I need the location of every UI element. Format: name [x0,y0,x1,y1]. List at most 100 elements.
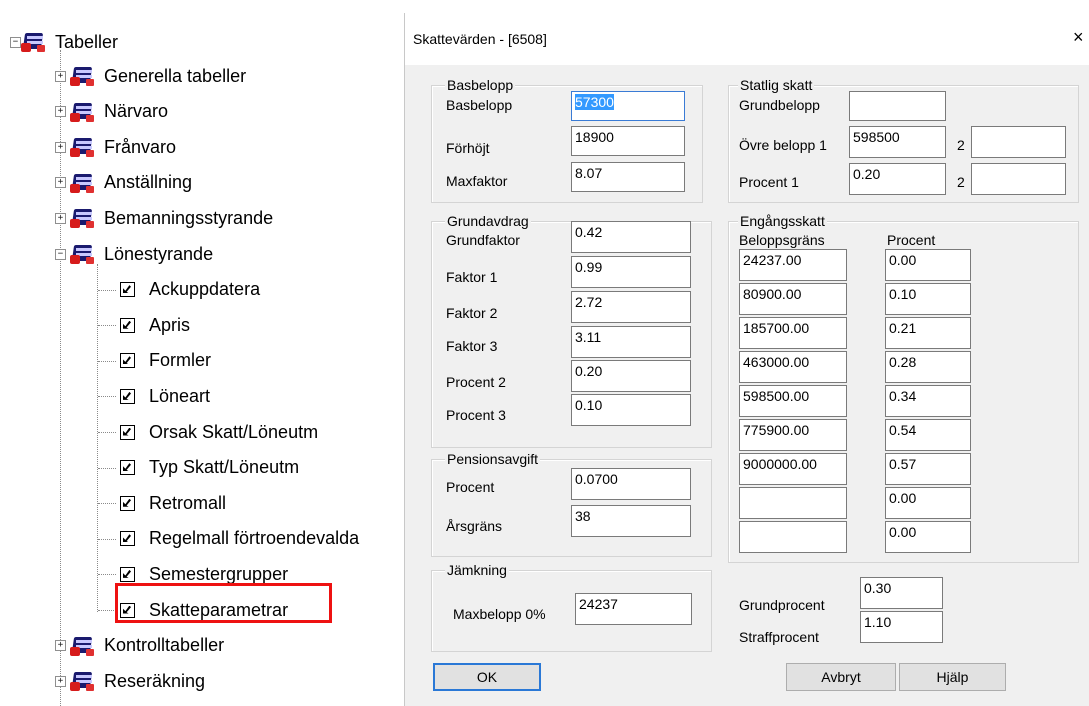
beloppsgrans-field[interactable] [739,487,847,519]
tree-node-item[interactable]: Ackuppdatera [120,275,260,305]
tree-node-group[interactable]: − Lönestyrande [55,239,213,269]
close-icon[interactable]: × [1073,27,1084,48]
ovre-belopp-2-field[interactable] [971,126,1066,158]
shortcut-icon [120,531,135,547]
faktor2-label: Faktor 2 [446,305,498,321]
expand-icon[interactable]: + [55,640,66,652]
maxbelopp-field[interactable]: 24237 [575,593,692,625]
forhojt-field[interactable]: 18900 [571,126,685,156]
grundbelopp-field[interactable] [849,91,946,121]
engangsskatt-caption: Engångsskatt [738,213,827,229]
tree-node-item[interactable]: Regelmall förtroendevalda [120,524,359,554]
procent1-field[interactable]: 0.20 [849,163,946,195]
tree-node-label: Apris [149,314,191,335]
procent1-2-field[interactable] [971,163,1066,195]
engangs-procent-field[interactable]: 0.54 [885,419,971,451]
beloppsgrans-field[interactable]: 775900.00 [739,419,847,451]
faktor1-field[interactable]: 0.99 [571,256,691,288]
engangs-procent-field[interactable]: 0.10 [885,283,971,315]
shortcut-icon [120,282,135,298]
tree-node-item[interactable]: Orsak Skatt/Löneutm [120,417,318,447]
grundbelopp-label: Grundbelopp [739,97,820,113]
engangs-procent-field[interactable]: 0.21 [885,317,971,349]
beloppsgrans-field[interactable]: 185700.00 [739,317,847,349]
tax-values-dialog: Skattevärden - [6508] × Basbelopp Basbel… [404,13,1089,706]
ok-button[interactable]: OK [433,663,541,691]
grundprocent-label: Grundprocent [739,597,825,613]
selection-highlight [115,583,332,623]
procent3-field[interactable]: 0.10 [571,394,691,426]
beloppsgrans-field[interactable]: 24237.00 [739,249,847,281]
faktor3-field[interactable]: 3.11 [571,326,691,358]
engangs-procent-field[interactable]: 0.57 [885,453,971,485]
avbryt-button[interactable]: Avbryt [786,663,896,691]
expand-icon[interactable]: + [55,70,66,82]
beloppsgrans-field[interactable]: 598500.00 [739,385,847,417]
tree-node-item[interactable]: Typ Skatt/Löneutm [120,453,299,483]
procent1-2-label: 2 [957,174,965,190]
procent2-label: Procent 2 [446,374,506,390]
faktor2-field[interactable]: 2.72 [571,291,691,323]
pension-procent-field[interactable]: 0.0700 [571,468,691,500]
collapse-icon[interactable]: − [10,36,21,48]
beloppsgrans-header: Beloppsgräns [739,232,825,248]
tree-node-label: Typ Skatt/Löneutm [149,457,300,478]
beloppsgrans-field[interactable]: 463000.00 [739,351,847,383]
tree-node-item[interactable]: Löneart [120,381,210,411]
tree-node-group[interactable]: + Frånvaro [55,132,176,162]
basbelopp-label: Basbelopp [446,97,513,113]
maxfaktor-label: Maxfaktor [446,173,508,189]
basbelopp-field[interactable]: 57300 [571,91,685,121]
expand-icon[interactable]: + [55,212,66,224]
faktor3-label: Faktor 3 [446,338,498,354]
engangs-procent-field[interactable]: 0.00 [885,487,971,519]
maxfaktor-field[interactable]: 8.07 [571,162,685,192]
arsgrans-field[interactable]: 38 [571,505,691,537]
table-folder-icon [21,31,49,53]
tree-node-group[interactable]: + Kontrolltabeller [55,631,224,661]
tree-node-group[interactable]: + Anställning [55,168,192,198]
tree-node-label: Anställning [104,172,193,193]
faktor1-label: Faktor 1 [446,269,498,285]
statlig-skatt-caption: Statlig skatt [738,77,815,93]
tree-node-group[interactable]: + Bemanningsstyrande [55,203,273,233]
grundprocent-field[interactable]: 0.30 [860,577,943,609]
hjalp-button[interactable]: Hjälp [899,663,1006,691]
expand-icon[interactable]: + [55,675,66,687]
ovre-belopp-field[interactable]: 598500 [849,126,946,158]
tree-node-group[interactable]: + Generella tabeller [55,61,246,91]
grundfaktor-field[interactable]: 0.42 [571,221,691,253]
tree-node-label: Lönestyrande [104,243,214,264]
beloppsgrans-field[interactable] [739,521,847,553]
tree-node-label: Regelmall förtroendevalda [149,528,360,549]
beloppsgrans-field[interactable]: 80900.00 [739,283,847,315]
procent2-field[interactable]: 0.20 [571,360,691,392]
dialog-title: Skattevärden - [6508] [413,31,547,47]
engangs-procent-field[interactable]: 0.00 [885,521,971,553]
table-folder-icon [70,172,98,194]
tree-node-label: Semestergrupper [149,563,289,584]
tree-node-item[interactable]: Apris [120,310,190,340]
engangs-procent-field[interactable]: 0.34 [885,385,971,417]
arsgrans-label: Årsgräns [446,518,503,534]
tree-node-group[interactable]: + Närvaro [55,97,168,127]
tree-node-item[interactable]: Retromall [120,488,226,518]
expand-icon[interactable]: + [55,106,66,118]
expand-icon[interactable]: + [55,141,66,153]
table-folder-icon [70,207,98,229]
tree-node-label: Frånvaro [104,136,177,157]
engangs-procent-field[interactable]: 0.00 [885,249,971,281]
tree-node-item[interactable]: Formler [120,346,211,376]
navigation-tree: − Tabeller + Generella tabeller + Närvaro + F… [0,0,440,706]
procent1-label: Procent 1 [739,174,799,190]
tree-node-label: Bemanningsstyrande [104,207,274,228]
tree-node-tabeller[interactable]: − Tabeller [10,27,118,57]
tree-node-group[interactable]: + Reseräkning [55,666,205,696]
tree-node-label: Formler [149,350,211,371]
tree-node-label: Kontrolltabeller [104,635,225,656]
engangs-procent-field[interactable]: 0.28 [885,351,971,383]
beloppsgrans-field[interactable]: 9000000.00 [739,453,847,485]
collapse-icon[interactable]: − [55,248,66,260]
straffprocent-field[interactable]: 1.10 [860,611,943,643]
expand-icon[interactable]: + [55,177,66,189]
